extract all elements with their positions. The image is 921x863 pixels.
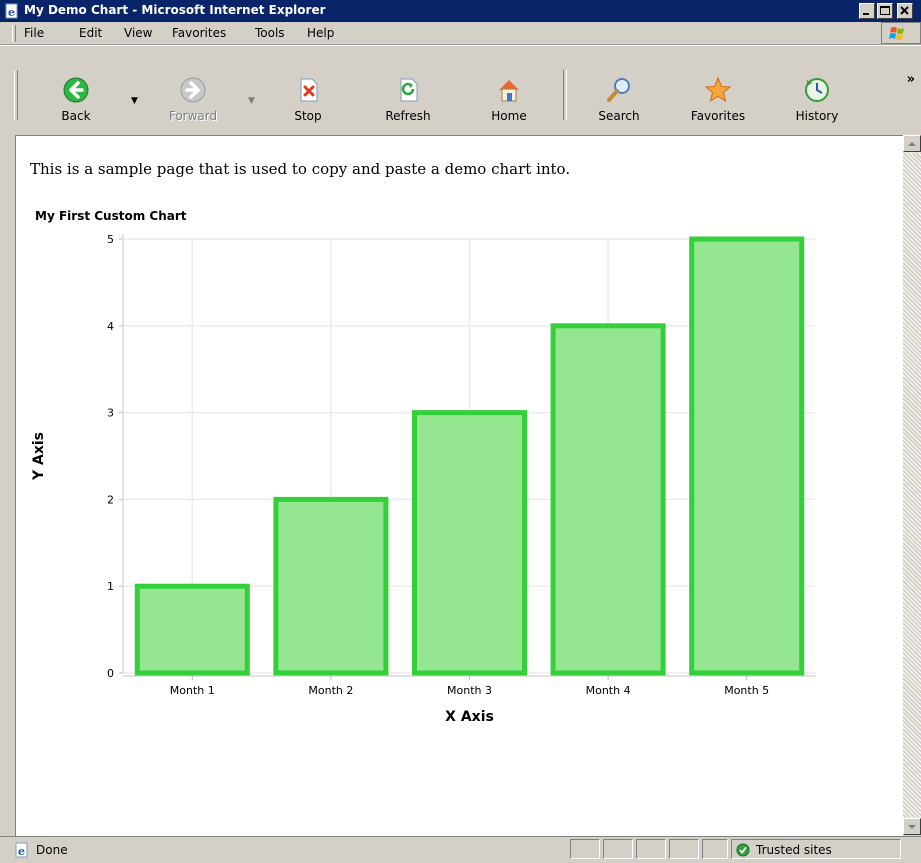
minimize-icon [863, 13, 869, 15]
toolbar-overflow-chevron[interactable]: » [907, 72, 915, 87]
forward-button[interactable]: Forward [158, 76, 228, 132]
home-label: Home [491, 109, 527, 123]
y-tick-label: 0 [107, 667, 114, 680]
green-check-icon [736, 843, 750, 857]
green-left-arrow-icon [63, 77, 89, 103]
close-button[interactable] [897, 3, 913, 19]
bar-5 [689, 236, 805, 676]
search-label: Search [598, 109, 640, 123]
history-icon [805, 78, 829, 102]
x-tick-label: Month 4 [586, 684, 631, 697]
status-panel [702, 839, 728, 859]
vertical-scrollbar[interactable] [903, 135, 921, 835]
status-panel [636, 839, 666, 859]
minimize-button[interactable] [859, 3, 875, 19]
y-axis-label: Y Axis [31, 432, 47, 481]
menu-grip [12, 25, 16, 42]
close-icon [900, 6, 909, 15]
menu-view[interactable]: View [124, 26, 152, 40]
search-button[interactable]: Search [584, 76, 654, 132]
y-tick-label: 1 [107, 580, 114, 593]
zone-text: Trusted sites [756, 843, 832, 857]
x-tick-label: Month 2 [308, 684, 353, 697]
toolbar-separator [563, 70, 567, 120]
back-dropdown-arrow[interactable]: ▼ [131, 96, 138, 106]
refresh-button[interactable]: Refresh [373, 76, 443, 132]
security-zone-panel[interactable]: Trusted sites [731, 839, 901, 859]
history-button[interactable]: History [782, 76, 852, 132]
home-button[interactable]: Home [474, 76, 544, 132]
forward-label: Forward [168, 109, 218, 123]
windows-logo-icon [881, 22, 921, 44]
status-bar: e Done Trusted sites [0, 836, 921, 863]
magnifier-icon [607, 78, 630, 102]
favorites-label: Favorites [690, 109, 746, 123]
scroll-track[interactable] [903, 153, 921, 817]
y-tick-label: 4 [107, 320, 114, 333]
history-label: History [795, 109, 839, 123]
title-bar[interactable]: e My Demo Chart - Microsoft Internet Exp… [0, 0, 921, 22]
toolbar-grip [14, 70, 18, 120]
scroll-down-button[interactable] [903, 818, 921, 835]
star-icon [704, 76, 732, 103]
menu-tools[interactable]: Tools [255, 26, 285, 40]
menu-favorites[interactable]: Favorites [172, 26, 226, 40]
menu-help[interactable]: Help [307, 26, 334, 40]
favorites-button[interactable]: Favorites [683, 76, 753, 132]
menu-bar: File Edit View Favorites Tools Help [0, 22, 921, 45]
chart-title: My First Custom Chart [35, 209, 187, 223]
maximize-icon [880, 6, 890, 15]
ie-page-icon: e [5, 3, 18, 19]
bar-1 [134, 583, 250, 676]
down-arrow-icon [908, 825, 916, 829]
status-panel [669, 839, 699, 859]
y-tick-label: 3 [107, 407, 114, 420]
x-axis-label: X Axis [445, 709, 494, 725]
bar-chart: My First Custom Chart 0 1 2 3 4 5 Month 1 Month … [31, 209, 816, 725]
status-text: Done [36, 843, 68, 857]
status-panel [570, 839, 600, 859]
stop-icon [300, 78, 318, 102]
bar-2 [273, 496, 389, 676]
page-content: This is a sample page that is used to co… [15, 135, 903, 836]
scroll-up-button[interactable] [903, 135, 921, 152]
standard-toolbar: Back ▼ Forward ▼ Stop Refresh Home Searc… [0, 45, 921, 130]
stop-label: Stop [294, 109, 322, 123]
refresh-label: Refresh [385, 109, 431, 123]
stop-button[interactable]: Stop [273, 76, 343, 132]
svg-text:e: e [18, 845, 25, 858]
status-panel [603, 839, 633, 859]
refresh-icon [400, 78, 418, 102]
back-label: Back [61, 109, 91, 123]
x-tick-label: Month 5 [724, 684, 769, 697]
up-arrow-icon [908, 142, 916, 146]
forward-dropdown-arrow: ▼ [248, 96, 255, 106]
y-tick-label: 2 [107, 493, 114, 506]
y-tick-label: 5 [107, 233, 114, 246]
menu-edit[interactable]: Edit [79, 26, 102, 40]
maximize-button[interactable] [877, 3, 893, 19]
menu-file[interactable]: File [24, 26, 44, 40]
gray-right-arrow-icon [180, 77, 206, 103]
bar-4 [550, 323, 666, 676]
intro-text: This is a sample page that is used to co… [30, 160, 571, 178]
window-title: My Demo Chart - Microsoft Internet Explo… [24, 3, 326, 17]
back-button[interactable]: Back [41, 76, 111, 132]
svg-text:e: e [8, 6, 15, 19]
x-tick-label: Month 1 [170, 684, 215, 697]
home-icon [499, 80, 519, 102]
x-tick-label: Month 3 [447, 684, 492, 697]
bar-3 [412, 410, 527, 676]
page-done-icon: e [15, 842, 28, 858]
